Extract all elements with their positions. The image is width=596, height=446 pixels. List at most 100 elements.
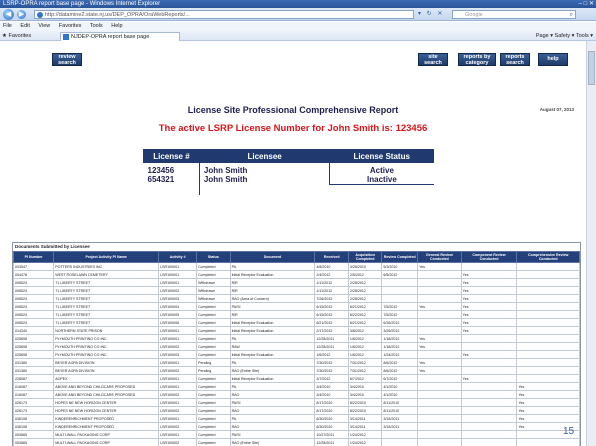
comprehensive-review-cell xyxy=(516,302,580,311)
back-button[interactable]: ◀ xyxy=(3,9,14,20)
license-number: 654321 xyxy=(147,175,175,185)
document-cell: Initial Receptor Evaluation xyxy=(229,318,316,327)
address-bar[interactable]: http://datamine2.state.nj.us/DEP_OPRA/Or… xyxy=(34,10,414,19)
general-review-cell: Yes xyxy=(417,302,462,311)
reports-by-category-button[interactable]: reports by category xyxy=(458,53,496,66)
comprehensive-review-cell xyxy=(516,366,580,375)
pi-number-cell: 016087 xyxy=(12,390,55,399)
status-cell: Pending xyxy=(196,358,231,367)
license-table-spacer xyxy=(144,184,434,195)
help-button[interactable]: help xyxy=(538,53,568,66)
document-cell: RAO xyxy=(229,390,316,399)
general-review-cell: Yes xyxy=(417,334,462,343)
search-box[interactable]: Google ⌕ xyxy=(452,10,576,19)
review-completed-cell: 1/18/2012 xyxy=(381,342,419,351)
review-completed-cell: 1/18/2012 xyxy=(381,334,419,343)
component-review-cell xyxy=(460,358,518,367)
table-row: 025698 PLYMOUTH PRINTING CO INC LSR100002 C… xyxy=(12,342,580,351)
report-subtitle: The active LSRP License Number for John … xyxy=(158,123,428,134)
pi-number-cell: 036198 xyxy=(12,422,55,431)
address-url: http://datamine2.state.nj.us/DEP_OPRA/Or… xyxy=(45,12,190,18)
document-cell: RAO (Entire Site) xyxy=(229,438,316,446)
received-cell: 6/15/2012 xyxy=(314,310,349,319)
menu-help[interactable]: Help xyxy=(111,23,122,29)
general-review-cell xyxy=(417,278,462,287)
license-status: Active xyxy=(329,162,434,175)
general-review-cell xyxy=(417,430,462,439)
favorites-button[interactable]: ★ Favorites xyxy=(2,31,31,41)
pi-number-cell: 006524 xyxy=(12,318,55,327)
review-completed-cell: 3/26/2012 xyxy=(381,326,419,335)
browser-tab[interactable]: NJDEP-OPRA report base page xyxy=(60,32,180,41)
acquisition-completed-cell: 6/21/2012 xyxy=(347,302,383,311)
document-cell: Initial Receptor Evaluation xyxy=(229,326,316,335)
spacer-cell xyxy=(330,185,434,195)
table-row: 031380 BEYER AOPA DIVISION LSR100002 Pendin… xyxy=(12,366,580,375)
activity-number-cell: LSR100002 xyxy=(158,390,198,399)
project-name-cell: HOPES NE NEW HORIZON CENTER xyxy=(53,406,160,415)
component-review-cell: Yes xyxy=(460,270,518,279)
received-cell: 6/15/2012 xyxy=(314,302,349,311)
general-review-cell xyxy=(417,398,462,407)
menu-tools[interactable]: Tools xyxy=(90,23,103,29)
status-header: Status xyxy=(196,251,231,263)
status-cell: Completed xyxy=(196,422,231,431)
vertical-scrollbar[interactable] xyxy=(586,41,596,446)
comprehensive-review-cell: Yes xyxy=(516,382,580,391)
menu-view[interactable]: View xyxy=(38,23,50,29)
table-row: 016087 ABOVE AND BEYOND CHILDCARE PROPOSE… xyxy=(12,382,580,391)
received-cell: 8/17/2010 xyxy=(314,398,349,407)
license-table: License # Licensee License Status 123456… xyxy=(143,149,434,195)
command-bar[interactable]: Page ▾ Safety ▾ Tools ▾ xyxy=(536,31,593,41)
window-controls[interactable]: – □ ✕ xyxy=(579,0,594,8)
table-row: 025698 PLYMOUTH PRINTING CO INC LSR100001 C… xyxy=(12,334,580,343)
review-search-button[interactable]: review search xyxy=(52,53,82,66)
general-review-cell xyxy=(417,422,462,431)
project-name-cell: HOPES NE NEW HORIZON CENTER xyxy=(53,398,160,407)
component-review-cell: Yes xyxy=(460,294,518,303)
acquisition-completed-cell: 1/6/2012 xyxy=(347,350,383,359)
project-name-cell: AOPEX xyxy=(53,374,160,383)
table-row: 053665 MULTI-WALL PACKAGING CORP LSR100002… xyxy=(12,438,580,446)
activity-number-cell: LSR100001 xyxy=(158,278,198,287)
forward-button[interactable]: ▶ xyxy=(17,10,26,19)
received-cell: 3/4/2010 xyxy=(314,390,349,399)
menu-favorites[interactable]: Favorites xyxy=(59,23,82,29)
reports-search-line2: search xyxy=(506,60,524,66)
acquisition-completed-cell: 3/14/2011 xyxy=(347,422,383,431)
reports-search-button[interactable]: reports search xyxy=(500,53,530,66)
component-review-cell xyxy=(460,366,518,375)
license-number: 123456 xyxy=(147,166,175,175)
site-search-line2: search xyxy=(424,60,442,66)
comprehensive-review-cell xyxy=(516,262,580,271)
activity-number-cell: LSR100001 xyxy=(158,270,198,279)
address-bar-buttons[interactable]: ▾ ↻ ✕ xyxy=(418,10,444,17)
pi-number-cell: 025698 xyxy=(12,350,55,359)
received-cell: 1/11/2012 xyxy=(314,278,349,287)
document-cell: RIR xyxy=(229,310,316,319)
search-icon[interactable]: ⌕ xyxy=(570,11,573,19)
activity-number-cell: LSR100002 xyxy=(158,422,198,431)
scrollbar-thumb[interactable] xyxy=(588,51,595,85)
received-cell: 4/8/2010 xyxy=(314,262,349,271)
comprehensive-review-header: Comprehensive Review Conducted xyxy=(516,251,580,263)
general-review-cell xyxy=(417,286,462,295)
general-review-cell xyxy=(417,318,462,327)
general-review-cell xyxy=(417,406,462,415)
review-completed-cell: 4/1/2010 xyxy=(381,390,419,399)
received-cell: 1/11/2012 xyxy=(314,286,349,295)
documents-table: PI Number Project Activity PI Name Activit… xyxy=(12,251,580,446)
menu-edit[interactable]: Edit xyxy=(20,23,29,29)
component-review-cell: Yes xyxy=(460,318,518,327)
menu-file[interactable]: File xyxy=(3,23,12,29)
general-review-cell xyxy=(417,310,462,319)
pi-number-cell: 014340 xyxy=(12,326,55,335)
general-review-cell: Yes xyxy=(417,358,462,367)
received-header: Received xyxy=(314,251,349,263)
document-cell: RAO xyxy=(229,422,316,431)
project-name-header: Project Activity PI Name xyxy=(53,251,160,263)
status-cell: Completed xyxy=(196,350,231,359)
comprehensive-review-cell xyxy=(516,318,580,327)
table-row: 053665 MULTI-WALL PACKAGING CORP LSR100001… xyxy=(12,430,580,439)
site-search-button[interactable]: site search xyxy=(418,53,448,66)
